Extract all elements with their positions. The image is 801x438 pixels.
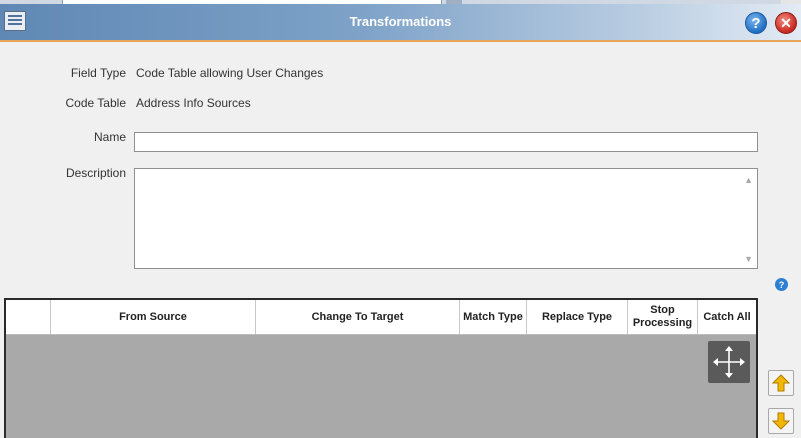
move-up-button[interactable] — [768, 370, 794, 396]
window-title: Transformations — [349, 14, 452, 29]
column-header-selector[interactable] — [6, 300, 51, 334]
title-bar: Transformations ? ✕ — [0, 4, 801, 40]
column-header-change-to-target[interactable]: Change To Target — [256, 300, 460, 334]
field-type-value: Code Table allowing User Changes — [136, 66, 324, 80]
arrow-down-icon — [772, 412, 790, 430]
move-button[interactable] — [708, 341, 750, 383]
code-table-value: Address Info Sources — [136, 96, 251, 110]
column-header-catch-all[interactable]: Catch All — [698, 300, 756, 334]
help-button[interactable]: ? — [745, 12, 767, 34]
column-header-stop-processing[interactable]: Stop Processing — [628, 300, 698, 334]
info-help-icon[interactable]: ? — [775, 278, 788, 291]
code-table-label: Code Table — [65, 96, 127, 110]
name-input[interactable] — [134, 132, 758, 152]
field-type-label: Field Type — [70, 66, 126, 80]
scroll-up-icon[interactable]: ▲ — [744, 175, 753, 185]
name-label: Name — [93, 130, 126, 144]
transformations-grid[interactable]: From Source Change To Target Match Type … — [4, 298, 758, 438]
description-label: Description — [65, 166, 126, 180]
arrow-up-icon — [772, 374, 790, 392]
column-header-from-source[interactable]: From Source — [51, 300, 256, 334]
grid-header: From Source Change To Target Match Type … — [6, 300, 756, 335]
close-icon: ✕ — [780, 14, 792, 31]
column-header-replace-type[interactable]: Replace Type — [527, 300, 628, 334]
help-icon: ? — [751, 14, 761, 32]
column-header-match-type[interactable]: Match Type — [460, 300, 527, 334]
move-down-button[interactable] — [768, 408, 794, 434]
move-arrows-icon — [713, 346, 745, 378]
accent-strip — [0, 40, 801, 42]
description-textarea[interactable]: ▲ ▼ — [134, 168, 758, 269]
scroll-down-icon[interactable]: ▼ — [744, 254, 753, 264]
close-button[interactable]: ✕ — [775, 12, 797, 34]
